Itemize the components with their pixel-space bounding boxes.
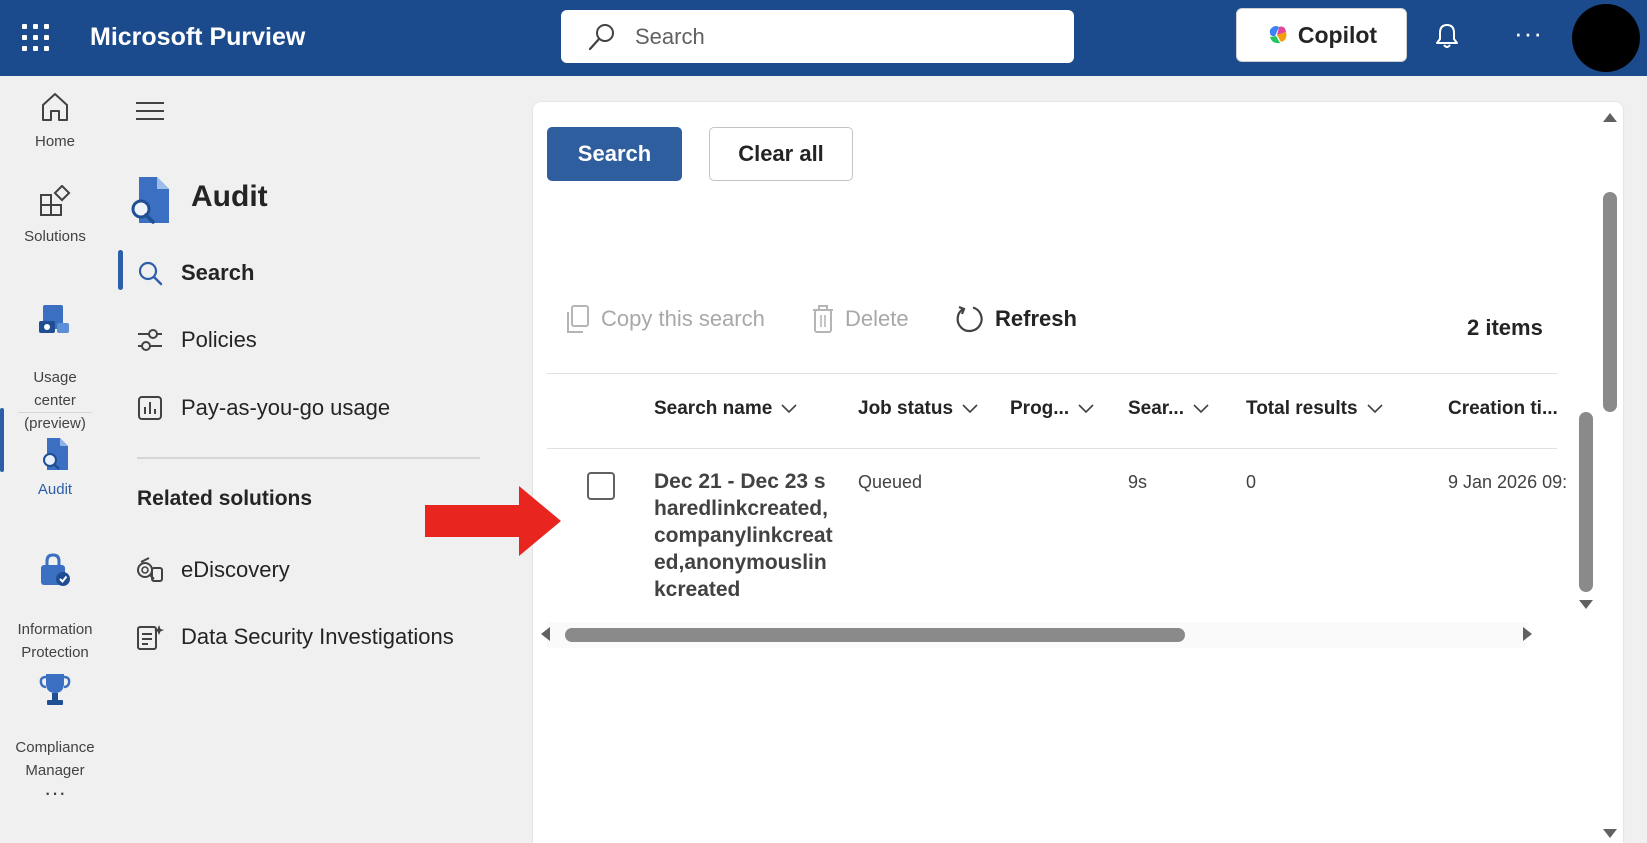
rail-label-home: Home (34, 133, 75, 150)
rail-label-solutions: Solutions (24, 228, 86, 245)
column-header-total-results[interactable]: Total results (1246, 398, 1384, 420)
information-protection-icon (41, 553, 70, 586)
top-bar: Microsoft Purview Copilot ··· (0, 0, 1647, 76)
scroll-left-arrow-icon[interactable] (541, 627, 550, 641)
delete-label: Delete (845, 306, 909, 331)
rail-label-usage-center: Usage center (preview) (24, 369, 86, 432)
delete-button[interactable]: Delete (811, 302, 909, 336)
nav-label-ediscovery: eDiscovery (181, 557, 290, 582)
column-header-creation-time[interactable]: Creation ti... (1448, 398, 1558, 420)
chevron-down-icon (1078, 404, 1094, 414)
column-header-progress[interactable]: Prog... (1010, 398, 1095, 420)
nav-label-search: Search (181, 260, 255, 285)
section-title: Audit (191, 180, 268, 213)
nav-label-policies: Policies (181, 327, 257, 352)
nav-active-indicator (118, 250, 123, 290)
compliance-manager-icon (39, 674, 71, 705)
rail-label-audit: Audit (37, 481, 73, 498)
page-scroll-up-arrow-icon[interactable] (1603, 113, 1617, 122)
nav-item-data-security-investigations[interactable]: Data Security Investigations (130, 613, 490, 661)
header-divider (547, 448, 1557, 449)
sliders-icon (138, 329, 162, 351)
notifications-bell-icon[interactable] (1435, 22, 1459, 50)
usage-center-icon (39, 305, 69, 333)
toolbar-divider (547, 373, 1557, 374)
chart-icon (138, 396, 162, 420)
row-checkbox[interactable] (587, 472, 615, 500)
page-scroll-down-arrow-icon[interactable] (1603, 829, 1617, 838)
copilot-button[interactable]: Copilot (1236, 8, 1407, 62)
related-solutions-heading: Related solutions (137, 487, 313, 510)
total-results-cell: 0 (1246, 472, 1257, 492)
rail-item-information-protection[interactable]: Information Protection (0, 530, 110, 664)
annotation-arrow-icon (425, 486, 561, 556)
chevron-down-icon (962, 404, 978, 414)
chevron-down-icon (1366, 404, 1383, 414)
hamburger-menu-icon[interactable] (136, 102, 166, 122)
app-launcher-icon[interactable] (22, 24, 50, 52)
column-label: Job status (858, 398, 954, 419)
content-card: Search Clear all Copy this search Delete… (533, 102, 1623, 843)
clear-all-button[interactable]: Clear all (709, 127, 853, 181)
scroll-down-arrow-icon[interactable] (1579, 600, 1593, 609)
search-name-cell[interactable]: Dec 21 - Dec 23 sharedlinkcreated,compan… (654, 468, 834, 603)
search-icon (138, 261, 163, 286)
audit-section-icon (131, 177, 169, 224)
items-count: 2 items (1467, 315, 1543, 340)
column-label: Sear... (1128, 398, 1184, 419)
solutions-icon (40, 185, 71, 216)
creation-time-cell: 9 Jan 2026 09: (1448, 472, 1568, 492)
horizontal-scrollbar-thumb[interactable] (565, 628, 1185, 642)
copilot-icon (1269, 26, 1287, 44)
nav-divider (137, 457, 480, 459)
rail-item-audit[interactable]: Audit (0, 436, 110, 501)
page-vertical-scrollbar[interactable] (1603, 192, 1617, 412)
scroll-right-arrow-icon[interactable] (1523, 627, 1532, 641)
rail-label-compliance-manager: Compliance Manager (15, 739, 95, 779)
column-label: Prog... (1010, 398, 1070, 419)
column-header-job-status[interactable]: Job status (858, 398, 979, 420)
search-icon (588, 24, 614, 51)
column-header-search-time[interactable]: Sear... (1128, 398, 1210, 420)
nav-item-search[interactable]: Search (130, 249, 490, 297)
audit-icon (43, 438, 68, 470)
global-search-input[interactable] (635, 22, 1055, 52)
nav-label-pay-as-you-go: Pay-as-you-go usage (181, 395, 391, 420)
chevron-down-icon (1193, 404, 1209, 414)
refresh-label: Refresh (995, 306, 1077, 331)
column-label: Search name (654, 398, 773, 419)
column-label: Creation ti... (1448, 398, 1558, 419)
rail-item-home[interactable]: Home (0, 90, 110, 153)
job-status-cell: Queued (858, 472, 923, 492)
copy-icon (567, 305, 589, 333)
copy-search-label: Copy this search (601, 306, 765, 331)
home-icon (42, 93, 68, 121)
global-search-box[interactable] (561, 10, 1074, 63)
app-title[interactable]: Microsoft Purview (90, 20, 305, 54)
rail-more-icon[interactable]: ··· (0, 780, 110, 806)
nav-label-data-security-investigations: Data Security Investigations (181, 624, 454, 649)
more-options-icon[interactable]: ··· (1514, 18, 1543, 49)
trash-icon (813, 305, 833, 333)
rail-divider (18, 412, 92, 413)
column-label: Total results (1246, 398, 1358, 419)
user-avatar[interactable] (1572, 4, 1640, 72)
refresh-button[interactable]: Refresh (955, 302, 1077, 336)
refresh-icon (956, 305, 983, 333)
rail-item-compliance-manager[interactable]: Compliance Manager (0, 648, 110, 782)
search-time-cell: 9s (1128, 472, 1148, 492)
copilot-label: Copilot (1297, 21, 1378, 48)
nav-item-policies[interactable]: Policies (130, 316, 490, 364)
ediscovery-icon (137, 557, 163, 582)
rail-item-solutions[interactable]: Solutions (0, 185, 110, 248)
search-button[interactable]: Search (547, 127, 682, 181)
chevron-down-icon (781, 404, 797, 414)
column-header-search-name[interactable]: Search name (654, 398, 798, 420)
copy-search-button[interactable]: Copy this search (565, 302, 765, 336)
nav-item-pay-as-you-go[interactable]: Pay-as-you-go usage (130, 384, 490, 432)
table-vertical-scrollbar[interactable] (1579, 412, 1593, 592)
investigations-icon (137, 625, 164, 650)
